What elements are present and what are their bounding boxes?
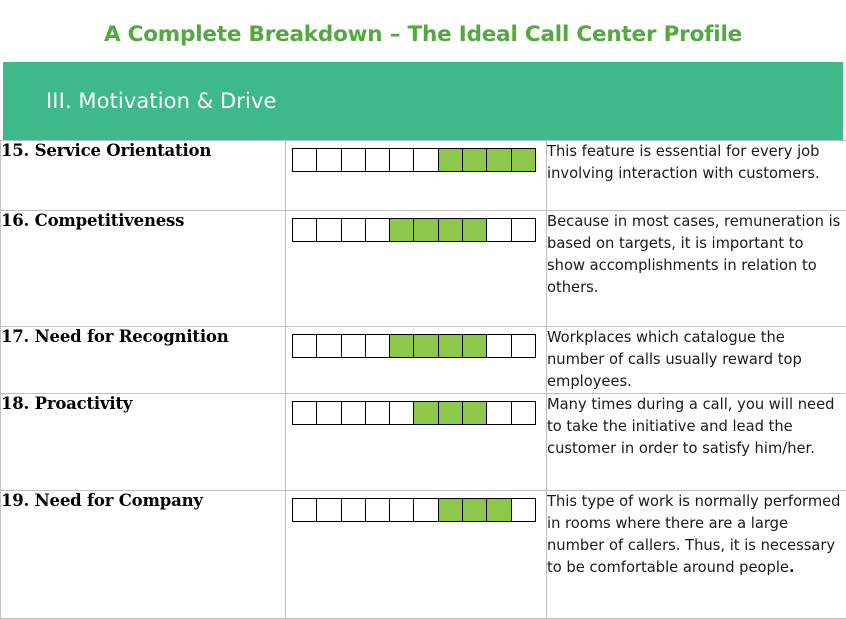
- scale-box-1[interactable]: [293, 335, 317, 357]
- trait-label-cell: 15. Service Orientation: [1, 141, 286, 211]
- scale-wrapper: [286, 141, 546, 172]
- scale-box-8[interactable]: [463, 499, 487, 521]
- scale-box-1[interactable]: [293, 402, 317, 424]
- scale-box-4[interactable]: [366, 499, 390, 521]
- scale-box-1[interactable]: [293, 149, 317, 171]
- rating-scale[interactable]: [292, 218, 536, 242]
- rating-scale[interactable]: [292, 401, 536, 425]
- trait-label-cell: 19. Need for Company: [1, 491, 286, 619]
- scale-box-9[interactable]: [487, 219, 511, 241]
- scale-box-5[interactable]: [390, 335, 414, 357]
- scale-box-10[interactable]: [512, 335, 535, 357]
- scale-box-7[interactable]: [439, 219, 463, 241]
- scale-box-8[interactable]: [463, 219, 487, 241]
- trait-description-cell: Because in most cases, remuneration is b…: [547, 211, 846, 327]
- scale-box-7[interactable]: [439, 149, 463, 171]
- scale-box-1[interactable]: [293, 499, 317, 521]
- rating-scale[interactable]: [292, 334, 536, 358]
- section-header-band: III. Motivation & Drive: [3, 62, 843, 140]
- rating-scale[interactable]: [292, 498, 536, 522]
- scale-box-8[interactable]: [463, 335, 487, 357]
- emphasis-period: .: [789, 559, 795, 576]
- profile-table-body: 15. Service Orientation This feature is …: [1, 141, 846, 619]
- scale-wrapper: [286, 394, 546, 425]
- profile-traits-table: 15. Service Orientation This feature is …: [0, 140, 846, 619]
- scale-box-4[interactable]: [366, 219, 390, 241]
- scale-box-4[interactable]: [366, 335, 390, 357]
- scale-box-10[interactable]: [512, 149, 535, 171]
- rating-scale[interactable]: [292, 148, 536, 172]
- scale-box-8[interactable]: [463, 149, 487, 171]
- scale-wrapper: [286, 211, 546, 242]
- scale-box-2[interactable]: [317, 335, 341, 357]
- scale-box-1[interactable]: [293, 219, 317, 241]
- trait-description-cell: Workplaces which catalogue the number of…: [547, 327, 846, 394]
- scale-box-3[interactable]: [342, 149, 366, 171]
- trait-label-cell: 16. Competitiveness: [1, 211, 286, 327]
- scale-box-5[interactable]: [390, 219, 414, 241]
- scale-wrapper: [286, 327, 546, 358]
- scale-box-5[interactable]: [390, 149, 414, 171]
- scale-box-3[interactable]: [342, 402, 366, 424]
- scale-box-4[interactable]: [366, 149, 390, 171]
- scale-box-4[interactable]: [366, 402, 390, 424]
- trait-scale-cell: [286, 327, 547, 394]
- table-row: 19. Need for Company This type of work i…: [1, 491, 846, 619]
- trait-scale-cell: [286, 394, 547, 491]
- trait-label-cell: 18. Proactivity: [1, 394, 286, 491]
- scale-box-2[interactable]: [317, 149, 341, 171]
- table-row: 18. Proactivity Many times during a call…: [1, 394, 846, 491]
- scale-box-7[interactable]: [439, 402, 463, 424]
- scale-wrapper: [286, 491, 546, 522]
- scale-box-6[interactable]: [414, 402, 438, 424]
- scale-box-10[interactable]: [512, 219, 535, 241]
- scale-box-6[interactable]: [414, 499, 438, 521]
- trait-description-cell: This type of work is normally performed …: [547, 491, 846, 619]
- page-title: A Complete Breakdown – The Ideal Call Ce…: [0, 22, 846, 47]
- scale-box-6[interactable]: [414, 149, 438, 171]
- trait-label-cell: 17. Need for Recognition: [1, 327, 286, 394]
- scale-box-10[interactable]: [512, 499, 535, 521]
- table-row: 17. Need for Recognition Workplaces whic…: [1, 327, 846, 394]
- trait-scale-cell: [286, 141, 547, 211]
- scale-box-5[interactable]: [390, 499, 414, 521]
- scale-box-8[interactable]: [463, 402, 487, 424]
- section-header-label: III. Motivation & Drive: [46, 89, 277, 113]
- scale-box-9[interactable]: [487, 402, 511, 424]
- scale-box-9[interactable]: [487, 149, 511, 171]
- trait-scale-cell: [286, 491, 547, 619]
- scale-box-9[interactable]: [487, 499, 511, 521]
- scale-box-2[interactable]: [317, 402, 341, 424]
- scale-box-7[interactable]: [439, 499, 463, 521]
- scale-box-9[interactable]: [487, 335, 511, 357]
- scale-box-2[interactable]: [317, 499, 341, 521]
- scale-box-5[interactable]: [390, 402, 414, 424]
- scale-box-3[interactable]: [342, 335, 366, 357]
- trait-description-cell: This feature is essential for every job …: [547, 141, 846, 211]
- table-row: 15. Service Orientation This feature is …: [1, 141, 846, 211]
- trait-description-cell: Many times during a call, you will need …: [547, 394, 846, 491]
- scale-box-2[interactable]: [317, 219, 341, 241]
- scale-box-6[interactable]: [414, 335, 438, 357]
- scale-box-7[interactable]: [439, 335, 463, 357]
- scale-box-10[interactable]: [512, 402, 535, 424]
- scale-box-3[interactable]: [342, 499, 366, 521]
- scale-box-3[interactable]: [342, 219, 366, 241]
- trait-scale-cell: [286, 211, 547, 327]
- scale-box-6[interactable]: [414, 219, 438, 241]
- table-row: 16. Competitiveness Because in most case…: [1, 211, 846, 327]
